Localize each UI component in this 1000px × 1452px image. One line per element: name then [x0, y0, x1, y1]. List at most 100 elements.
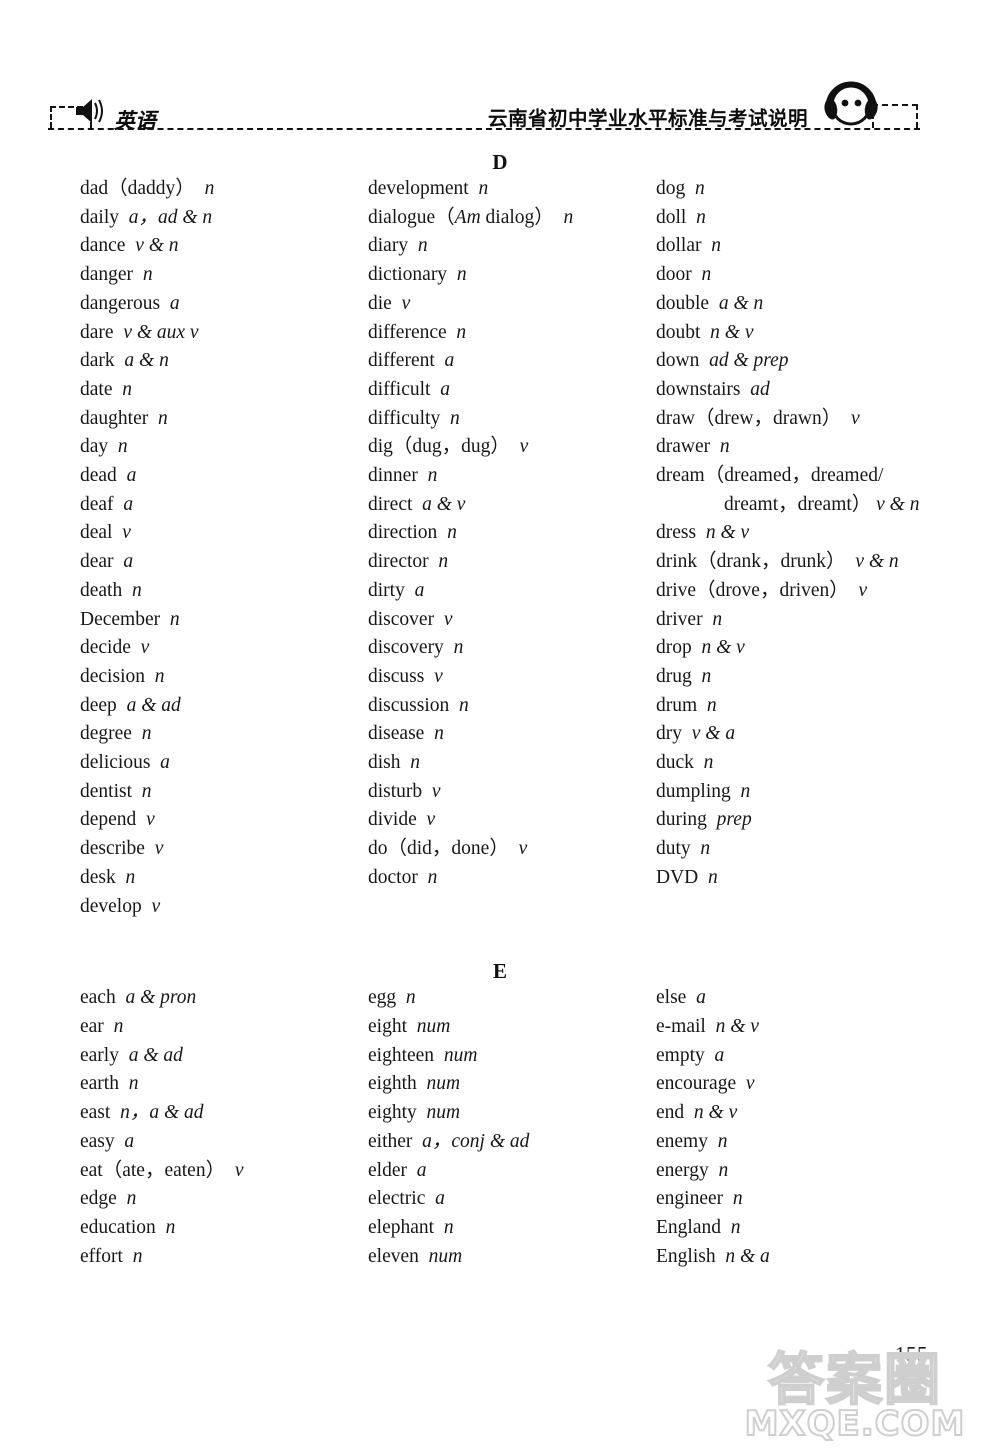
word-part-of-speech: a	[123, 551, 134, 573]
word-part-of-speech: n	[122, 378, 132, 400]
word-part-of-speech: n	[453, 637, 464, 659]
word-column: dog n doll n dollar n door n double a & n doubt n &…	[656, 175, 966, 921]
word-entry: dark a & n	[80, 347, 368, 376]
word-part-of-speech: num	[428, 1245, 463, 1267]
word-entry: downstairs ad	[656, 376, 966, 405]
word-headword: effort	[80, 1245, 123, 1267]
word-part-of-speech: n	[410, 752, 421, 774]
word-part-of-speech: n	[132, 1245, 143, 1267]
word-headword: double	[656, 292, 710, 314]
word-headword: elephant	[368, 1216, 435, 1238]
word-entry: discovery n	[368, 634, 656, 663]
word-headword: energy	[656, 1159, 709, 1181]
section-e: Eeach a & pron ear n early a & ad earth n east n，…	[0, 959, 1000, 1271]
word-entry: eighteen num	[368, 1042, 656, 1071]
page-header: 英语 云南省初中学业水平标准与考试说明	[48, 78, 920, 132]
word-part-of-speech: num	[416, 1015, 451, 1037]
word-headword: depend	[80, 809, 137, 831]
word-part-of-speech: v	[154, 838, 164, 860]
word-headword: disturb	[368, 780, 423, 802]
word-headword: enemy	[656, 1130, 708, 1152]
word-column: each a & pron ear n early a & ad earth n east n，a…	[80, 984, 368, 1271]
word-headword: duck	[656, 752, 694, 774]
word-column: egg n eight num eighteen num eighth num eighty nu…	[368, 984, 656, 1271]
word-headword: dinner	[368, 465, 418, 487]
word-part-of-speech: v	[431, 780, 441, 802]
word-part-of-speech: n	[732, 1188, 743, 1210]
word-headword: dog	[656, 178, 686, 199]
word-headword: driver	[656, 608, 703, 630]
word-part-of-speech: a	[169, 292, 180, 314]
word-part-of-speech: n	[700, 838, 711, 860]
word-headword: English	[656, 1245, 716, 1267]
word-part-of-speech: ad & prep	[709, 350, 789, 372]
word-headword: else	[656, 987, 687, 1009]
word-part-of-speech: n	[695, 178, 705, 199]
word-part-of-speech: v	[850, 407, 860, 429]
word-column: development n dialogue（Am dialog） n diary n di…	[368, 175, 656, 921]
word-headword: edge	[80, 1188, 117, 1210]
word-entry: dumpling n	[656, 778, 966, 807]
word-part-of-speech: n	[717, 1130, 728, 1152]
word-headword: encourage	[656, 1073, 737, 1095]
word-headword: die	[368, 292, 392, 314]
speaker-icon	[74, 97, 108, 130]
word-headword: direct	[368, 493, 413, 515]
word-headword: dirty	[368, 579, 405, 601]
word-part-of-speech: a	[416, 1159, 427, 1181]
word-entry: double a & n	[656, 290, 966, 319]
word-entry: dance v & n	[80, 232, 368, 261]
word-headword: dialogue（	[368, 206, 455, 228]
word-entry: empty a	[656, 1042, 966, 1071]
word-part-of-speech: n	[126, 1188, 137, 1210]
word-headword: daughter	[80, 407, 149, 429]
word-part-of-speech: v	[401, 292, 411, 314]
word-part-of-speech: n	[128, 1073, 139, 1095]
word-headword: dead	[80, 465, 117, 487]
page-number: 155	[895, 1342, 928, 1366]
word-part-of-speech: v	[234, 1159, 244, 1181]
word-part-of-speech: n	[417, 235, 428, 257]
word-headword: day	[80, 436, 109, 458]
word-part-of-speech: v & a	[691, 723, 736, 745]
word-column: else a e-mail n & v empty a encourage v end n & v…	[656, 984, 966, 1271]
word-part-of-speech: n	[459, 694, 469, 716]
word-headword: eight	[368, 1015, 407, 1037]
word-part-of-speech: a	[696, 987, 706, 1009]
word-entry: degree n	[80, 720, 368, 749]
word-entry: door n	[656, 261, 966, 290]
word-headword: danger	[80, 264, 134, 286]
word-entry: drop n & v	[656, 634, 966, 663]
word-part-of-speech: n	[427, 866, 438, 888]
word-headword: dear	[80, 551, 114, 573]
word-entry: encourage v	[656, 1070, 966, 1099]
word-headword: drink（drank，drunk）	[656, 551, 846, 573]
word-headword: dumpling	[656, 780, 731, 802]
word-part-of-speech: n & v	[710, 321, 754, 343]
word-part-of-speech: v	[140, 637, 150, 659]
word-part-of-speech: a	[714, 1044, 725, 1066]
word-part-of-speech: a & ad	[126, 694, 181, 716]
word-part-of-speech: n	[438, 551, 449, 573]
word-part-of-speech: prep	[716, 809, 752, 831]
word-part-of-speech: v	[146, 809, 155, 831]
word-part-of-speech: v	[443, 608, 453, 630]
word-headword: eat（ate，eaten）	[80, 1159, 226, 1181]
word-part-of-speech: v & n	[135, 235, 179, 257]
word-entry: eighth num	[368, 1070, 656, 1099]
word-part-of-speech: n	[563, 206, 574, 228]
word-part-of-speech: num	[426, 1073, 461, 1095]
word-headword: drive（drove，driven）	[656, 579, 849, 601]
word-entry: dad（daddy） n	[80, 175, 368, 204]
word-headword: e-mail	[656, 1015, 706, 1037]
word-entry: dialogue（Am dialog） n	[368, 204, 656, 233]
word-headword: discovery	[368, 637, 444, 659]
word-entry: effort n	[80, 1243, 368, 1272]
word-entry: end n & v	[656, 1099, 966, 1128]
word-entry: dry v & a	[656, 720, 966, 749]
word-entry: during prep	[656, 806, 966, 835]
word-part-of-speech: v	[858, 579, 868, 601]
word-entry: different a	[368, 347, 656, 376]
word-headword: earth	[80, 1073, 119, 1095]
word-part-of-speech: v & n	[876, 493, 920, 515]
